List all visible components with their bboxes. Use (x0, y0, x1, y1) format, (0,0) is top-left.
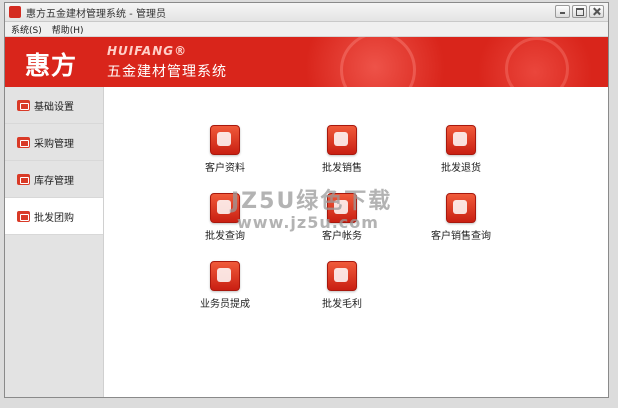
inventory-icon (17, 173, 30, 185)
sidebar-item-label: 库存管理 (34, 175, 74, 187)
sidebar-item-basic-settings[interactable]: 基础设置 (5, 87, 103, 124)
sales-query-icon (446, 193, 476, 223)
minimize-icon[interactable] (555, 5, 570, 18)
profit-chart-icon (327, 261, 357, 291)
main-panel: 客户资料 批发销售 批发退货 批发查询 客户帐务 客户销售查询 业务员提成 批发… (104, 87, 608, 397)
truck-icon (327, 125, 357, 155)
header-banner: 惠方 HUIFANG® 五金建材管理系统 (5, 37, 608, 87)
tile-label: 批发销售 (322, 163, 362, 174)
tile-customer-sales-query[interactable]: 客户销售查询 (418, 193, 504, 242)
commission-icon (210, 261, 240, 291)
customer-profile-icon (210, 125, 240, 155)
account-icon (327, 193, 357, 223)
system-subtitle: 五金建材管理系统 (107, 64, 227, 80)
window-title: 惠方五金建材管理系统 - 管理员 (26, 8, 166, 20)
tile-salesman-commission[interactable]: 业务员提成 (182, 261, 268, 310)
tile-wholesale-return[interactable]: 批发退货 (418, 125, 504, 174)
tile-customer-account[interactable]: 客户帐务 (299, 193, 385, 242)
sidebar-item-inventory[interactable]: 库存管理 (5, 161, 103, 198)
sidebar: 基础设置 采购管理 库存管理 批发团购 (5, 87, 104, 397)
sidebar-item-purchase[interactable]: 采购管理 (5, 124, 103, 161)
tile-label: 客户帐务 (322, 231, 362, 242)
app-window: 惠方五金建材管理系统 - 管理员 系统(S) 帮助(H) 惠方 HUIFANG®… (4, 2, 609, 398)
banner-decoration (340, 37, 416, 87)
tile-label: 客户销售查询 (431, 231, 491, 242)
menu-help[interactable]: 帮助(H) (48, 23, 88, 36)
query-icon (210, 193, 240, 223)
tile-wholesale-query[interactable]: 批发查询 (182, 193, 268, 242)
sidebar-item-wholesale[interactable]: 批发团购 (5, 198, 103, 235)
tile-wholesale-sales[interactable]: 批发销售 (299, 125, 385, 174)
maximize-icon[interactable] (572, 5, 587, 18)
tile-label: 批发毛利 (322, 299, 362, 310)
title-bar: 惠方五金建材管理系统 - 管理员 (5, 3, 608, 22)
wholesale-icon (17, 210, 30, 222)
tile-label: 业务员提成 (200, 299, 250, 310)
tile-wholesale-profit[interactable]: 批发毛利 (299, 261, 385, 310)
menu-bar: 系统(S) 帮助(H) (5, 22, 608, 37)
tile-label: 批发退货 (441, 163, 481, 174)
tile-label: 批发查询 (205, 231, 245, 242)
app-icon (9, 6, 21, 18)
sidebar-item-label: 采购管理 (34, 138, 74, 150)
close-icon[interactable] (589, 5, 604, 18)
purchase-icon (17, 136, 30, 148)
window-controls (553, 5, 604, 18)
tile-customer-profile[interactable]: 客户资料 (182, 125, 268, 174)
sidebar-item-label: 基础设置 (34, 101, 74, 113)
menu-system[interactable]: 系统(S) (7, 23, 46, 36)
sidebar-item-label: 批发团购 (34, 212, 74, 224)
logo-chinese: 惠方 (25, 51, 78, 80)
logo-english: HUIFANG® (107, 44, 188, 58)
return-icon (446, 125, 476, 155)
settings-icon (17, 99, 30, 111)
tile-label: 客户资料 (205, 163, 245, 174)
